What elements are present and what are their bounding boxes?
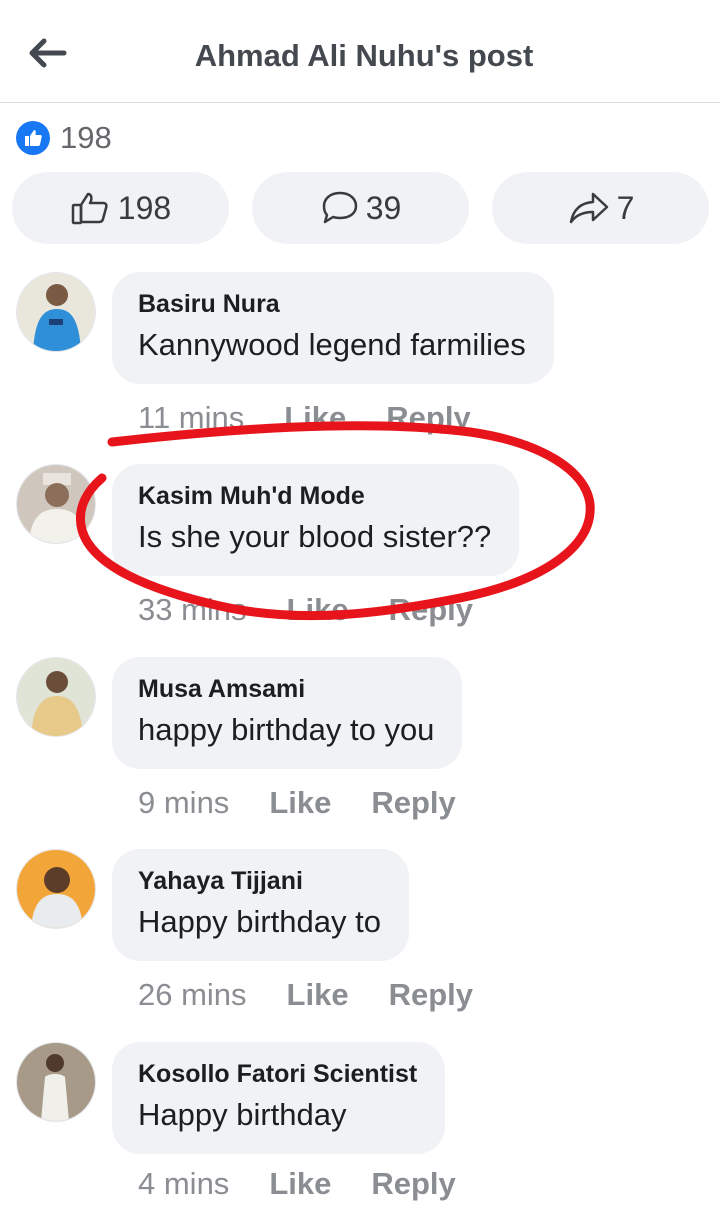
comment-text: Kannywood legend farmilies (138, 327, 526, 362)
reply-link[interactable]: Reply (371, 785, 455, 821)
share-count: 7 (616, 189, 635, 226)
comment-time[interactable]: 9 mins (138, 785, 229, 821)
like-thumb-icon (16, 121, 50, 155)
commenter-name[interactable]: Kasim Muh'd Mode (138, 480, 491, 512)
like-link[interactable]: Like (269, 1166, 331, 1202)
comment-actions: 33 mins Like Reply (138, 592, 513, 628)
comment-time[interactable]: 4 mins (138, 1166, 229, 1202)
reply-link[interactable]: Reply (389, 592, 473, 628)
comment-actions: 4 mins Like Reply (138, 1166, 496, 1202)
comment-bubble[interactable]: Kasim Muh'd Mode Is she your blood siste… (112, 464, 520, 576)
commenter-name[interactable]: Basiru Nura (138, 288, 526, 320)
avatar[interactable] (16, 464, 96, 544)
comment-bubble[interactable]: Musa Amsami happy birthday to you (112, 657, 463, 769)
comment-actions: 9 mins Like Reply (138, 785, 496, 821)
reply-link[interactable]: Reply (386, 400, 470, 436)
like-button[interactable]: 198 (12, 172, 229, 244)
reply-link[interactable]: Reply (371, 1166, 455, 1202)
comment-time[interactable]: 33 mins (138, 592, 247, 628)
reaction-count: 198 (60, 120, 112, 155)
commenter-name[interactable]: Kosollo Fatori Scientist (138, 1058, 417, 1090)
comment-time[interactable]: 11 mins (138, 400, 244, 436)
reply-link[interactable]: Reply (389, 977, 473, 1013)
like-link[interactable]: Like (287, 977, 349, 1013)
share-button[interactable]: 7 (492, 172, 709, 244)
comment-text: Happy birthday (138, 1097, 347, 1132)
comment-bubble[interactable]: Kosollo Fatori Scientist Happy birthday (112, 1042, 446, 1154)
comment-bubble-icon (322, 191, 357, 224)
page-title: Ahmad Ali Nuhu's post (194, 38, 534, 73)
comment-text: happy birthday to you (138, 712, 435, 747)
like-link[interactable]: Like (269, 785, 331, 821)
like-link[interactable]: Like (287, 592, 349, 628)
comment-time[interactable]: 26 mins (138, 977, 247, 1013)
thumbs-up-outline-icon (71, 192, 108, 225)
comment-count: 39 (365, 189, 402, 226)
commenter-name[interactable]: Musa Amsami (138, 673, 434, 705)
avatar[interactable] (16, 1042, 96, 1122)
comment-bubble[interactable]: Yahaya Tijjani Happy birthday to (112, 849, 409, 961)
avatar[interactable] (16, 657, 96, 737)
avatar[interactable] (16, 272, 96, 352)
top-bar: Ahmad Ali Nuhu's post (0, 0, 720, 103)
comment-text: Happy birthday to (138, 904, 381, 939)
like-count: 198 (117, 189, 172, 226)
comment-bubble[interactable]: Basiru Nura Kannywood legend farmilies (112, 272, 554, 384)
share-arrow-icon (569, 192, 608, 224)
like-link[interactable]: Like (284, 400, 346, 436)
reaction-summary[interactable]: 198 (16, 120, 112, 156)
comment-actions: 11 mins Like Reply (138, 400, 511, 436)
commenter-name[interactable]: Yahaya Tijjani (138, 865, 381, 897)
avatar[interactable] (16, 849, 96, 929)
comment-actions: 26 mins Like Reply (138, 977, 513, 1013)
comment-text: Is she your blood sister?? (138, 519, 492, 554)
comment-button[interactable]: 39 (252, 172, 469, 244)
